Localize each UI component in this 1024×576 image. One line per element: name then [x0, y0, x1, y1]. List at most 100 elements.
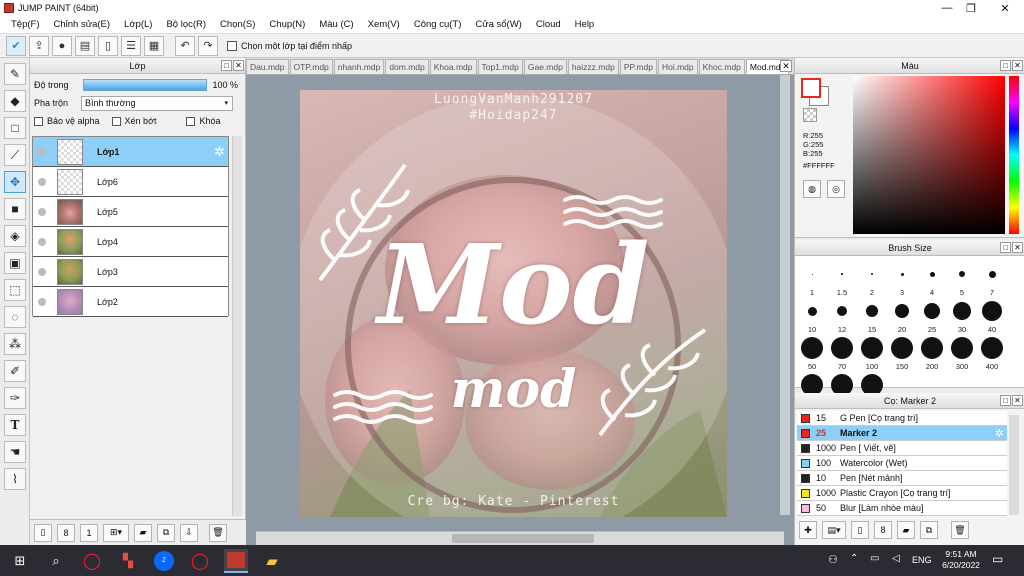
canvas-vertical-scrollbar[interactable] — [780, 75, 790, 515]
brush-size-cell[interactable]: 50 — [797, 336, 827, 371]
brush-size-cell[interactable]: 12 — [827, 299, 857, 334]
scroll-thumb[interactable] — [452, 534, 594, 543]
brush-size-cell[interactable]: 10 — [797, 299, 827, 334]
panel-float-button[interactable]: □ — [1000, 60, 1011, 71]
note-button[interactable]: ▤ — [75, 35, 95, 56]
settings-list-button[interactable]: ▦ — [144, 35, 164, 56]
transparent-color-swatch[interactable] — [803, 108, 817, 122]
visibility-toggle[interactable] — [38, 237, 46, 246]
new-layer-1bit-button[interactable]: 1 — [80, 523, 98, 542]
menu-file[interactable]: Tệp(F) — [4, 19, 47, 30]
brush-8-button[interactable]: 8 — [874, 521, 892, 539]
lasso-tool[interactable]: ◌ — [4, 306, 26, 328]
comment-button[interactable]: ● — [52, 35, 72, 56]
layer-row-lop1[interactable]: Lớp1 ✲ — [33, 137, 228, 167]
tab-hoi[interactable]: Hoi.mdp — [657, 59, 698, 74]
file-explorer-button[interactable]: ▰ — [260, 549, 284, 573]
brush-size-cell[interactable]: 400 — [977, 336, 1007, 371]
clip-checkbox[interactable] — [111, 116, 121, 126]
menu-select[interactable]: Chọn(S) — [213, 19, 262, 30]
brush-size-cell[interactable]: 100 — [857, 336, 887, 371]
menu-cloud[interactable]: Cloud — [529, 19, 568, 30]
maximize-button[interactable]: ❐ — [956, 0, 986, 16]
tab-pp[interactable]: PP.mdp — [619, 59, 657, 74]
language-indicator[interactable]: ENG — [912, 555, 932, 565]
tab-haizzz[interactable]: haizzz.mdp — [567, 59, 619, 74]
panel-close-button[interactable]: ✕ — [1012, 242, 1023, 253]
new-folder-button[interactable]: ▰ — [134, 523, 152, 542]
layer-row-lop3[interactable]: Lớp3 — [33, 257, 228, 287]
brush-size-cell[interactable]: 150 — [887, 336, 917, 371]
app-taskbar-button[interactable]: ▚ — [116, 549, 140, 573]
panel-float-button[interactable]: □ — [1000, 242, 1011, 253]
brush-size-cell[interactable]: 1 — [797, 262, 827, 297]
brush-item[interactable]: 1000 Pen [ Viết, vẽ] — [797, 441, 1007, 456]
brush-item[interactable]: 15 G Pen [Cọ trang trí] — [797, 411, 1007, 426]
chevron-up-icon[interactable]: ⌃ — [850, 553, 858, 564]
palette-button[interactable]: ◍ — [803, 180, 821, 198]
zalo-taskbar-button[interactable]: Z — [152, 549, 176, 573]
brush-list-scrollbar[interactable] — [1009, 415, 1019, 515]
menu-layer[interactable]: Lớp(L) — [117, 19, 159, 30]
layer-row-lop5[interactable]: Lớp5 — [33, 197, 228, 227]
panel-close-button[interactable]: ✕ — [1012, 60, 1023, 71]
redo-button[interactable]: ↷ — [198, 35, 218, 56]
add-layer-menu-button[interactable]: ⊞▾ — [103, 523, 129, 542]
start-button[interactable]: ⊞ — [8, 549, 32, 573]
brush-size-cell[interactable]: 15 — [857, 299, 887, 334]
select-layer-on-click-checkbox[interactable] — [227, 40, 237, 51]
tab-nhanh[interactable]: nhanh.mdp — [333, 59, 385, 74]
select-pen-tool[interactable]: ✐ — [4, 360, 26, 382]
tab-otp[interactable]: OTP.mdp — [289, 59, 333, 74]
clock[interactable]: 9:51 AM 6/20/2022 — [938, 549, 984, 571]
bucket-tool[interactable]: ◈ — [4, 225, 26, 247]
visibility-toggle[interactable] — [38, 267, 46, 276]
brush-size-cell[interactable]: 1.5 — [827, 262, 857, 297]
delete-layer-button[interactable]: 🗑 — [209, 523, 227, 542]
tab-dom[interactable]: dom.mdp — [385, 59, 429, 74]
opera-taskbar-button[interactable]: ◯ — [80, 549, 104, 573]
move-tool[interactable]: ✥ — [4, 171, 26, 193]
brush-size-cell[interactable]: 2 — [857, 262, 887, 297]
gradient-tool[interactable]: ▣ — [4, 252, 26, 274]
visibility-toggle[interactable] — [38, 177, 46, 186]
brush-page-button[interactable]: ▯ — [851, 521, 869, 539]
text-tool[interactable]: T — [4, 414, 26, 436]
brush-item[interactable]: 1000 Plastic Crayon [Cọ trang trí] — [797, 486, 1007, 501]
tab-close-button[interactable]: ✕ — [780, 60, 792, 72]
eyedropper-tool[interactable]: ⌇ — [4, 468, 26, 490]
magic-wand-tool[interactable]: ⁂ — [4, 333, 26, 355]
hue-slider[interactable] — [1009, 76, 1019, 234]
duplicate-layer-button[interactable]: ⧉ — [157, 523, 175, 542]
undo-button[interactable]: ↶ — [175, 35, 195, 56]
lock-checkbox[interactable] — [186, 116, 196, 126]
gear-icon[interactable]: ✲ — [214, 144, 225, 160]
brush-size-cell[interactable]: 4 — [917, 262, 947, 297]
notification-icon[interactable]: ▭ — [992, 552, 1003, 566]
brush-item[interactable]: 10 Pen [Nét mảnh] — [797, 471, 1007, 486]
saturation-value-picker[interactable] — [853, 76, 1005, 234]
brush-size-cell[interactable]: 5 — [947, 262, 977, 297]
new-layer-button[interactable]: ▯ — [34, 523, 52, 542]
brush-size-cell[interactable]: 25 — [917, 299, 947, 334]
foreground-color-swatch[interactable] — [801, 78, 821, 98]
brush-size-cell[interactable]: 200 — [917, 336, 947, 371]
palette-settings-button[interactable]: ◎ — [827, 180, 845, 198]
add-brush-button[interactable]: ✚ — [799, 521, 817, 539]
brush-size-cell[interactable]: 300 — [947, 336, 977, 371]
brush-size-cell[interactable]: 7 — [977, 262, 1007, 297]
brush-item[interactable]: 50 Blur [Làm nhòe màu] — [797, 501, 1007, 516]
menu-capture[interactable]: Chụp(N) — [262, 19, 312, 30]
fill-rect-tool[interactable]: ■ — [4, 198, 26, 220]
brush-item[interactable]: 100 Watercolor (Wet) — [797, 456, 1007, 471]
menu-edit[interactable]: Chỉnh sửa(E) — [47, 19, 118, 30]
eraser-tool[interactable]: ◆ — [4, 90, 26, 112]
export-button[interactable]: ⇪ — [29, 35, 49, 56]
visibility-toggle[interactable] — [38, 297, 46, 306]
layer-row-lop4[interactable]: Lớp4 — [33, 227, 228, 257]
menu-help[interactable]: Help — [568, 19, 602, 30]
check-tool-button[interactable]: ✔ — [6, 35, 26, 56]
new-layer-8bit-button[interactable]: 8 — [57, 523, 75, 542]
merge-layer-button[interactable]: ⇩ — [180, 523, 198, 542]
panel-float-button[interactable]: □ — [221, 60, 232, 71]
